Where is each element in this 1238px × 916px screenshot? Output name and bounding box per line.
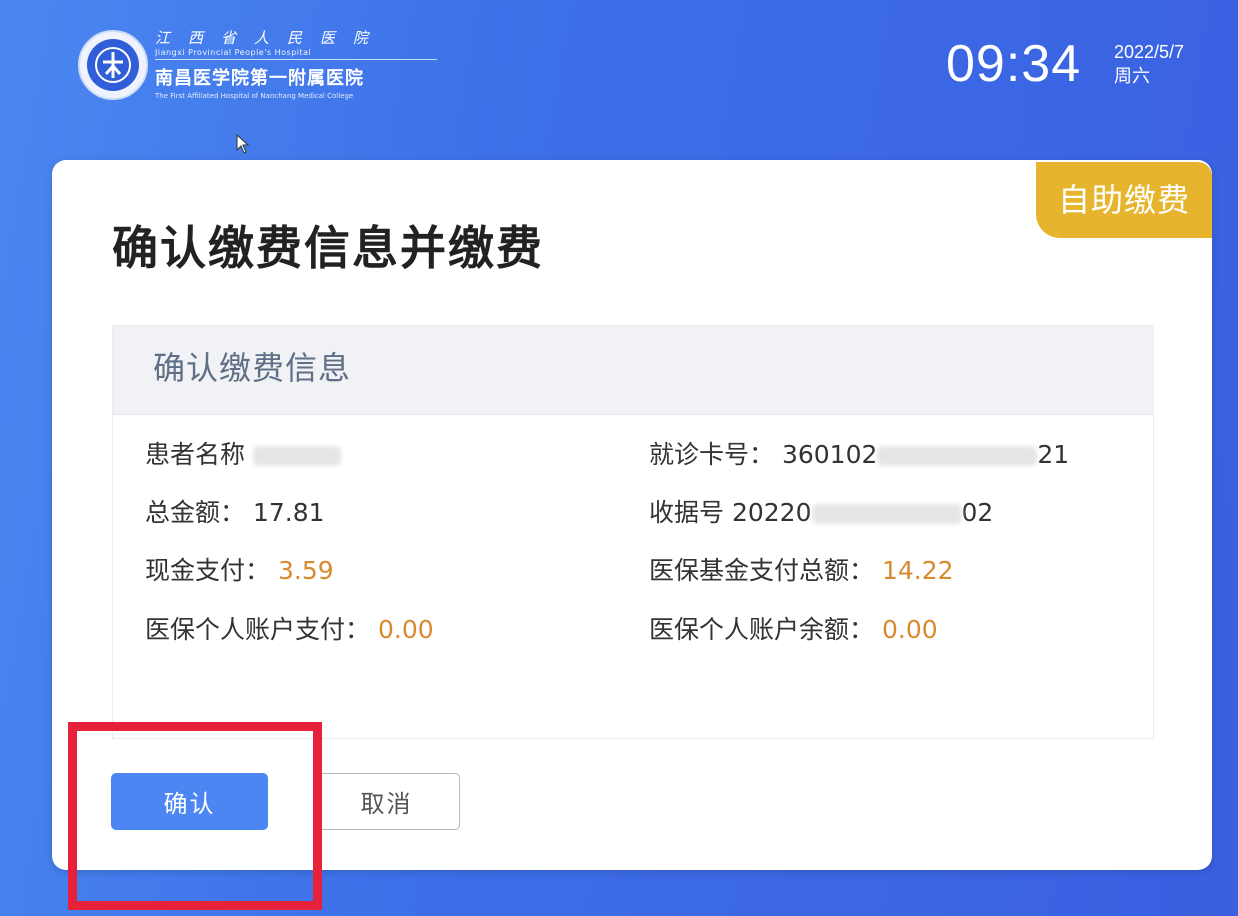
receipt-number-redacted: [811, 504, 962, 524]
page-title: 确认缴费信息并缴费: [112, 221, 544, 275]
date-text: 2022/5/7: [1114, 42, 1185, 62]
personal-account-payment-field: 医保个人账户支付： 0.00: [145, 613, 434, 647]
card-number-field: 就诊卡号： 360102 21: [649, 438, 1069, 472]
personal-account-balance-value: 0.00: [881, 615, 938, 644]
total-amount-field: 总金额： 17.81: [145, 496, 325, 530]
hospital-name-secondary-en: The First Affiliated Hospital of Nanchan…: [155, 92, 354, 100]
card-number-prefix: 360102: [781, 440, 878, 469]
personal-account-payment-label: 医保个人账户支付：: [145, 615, 371, 644]
personal-account-payment-value: 0.00: [377, 615, 434, 644]
insurance-fund-label: 医保基金支付总额：: [649, 556, 875, 585]
self-service-payment-badge: 自助缴费: [1036, 162, 1212, 238]
hospital-name-secondary: 南昌医学院第一附属医院: [155, 68, 364, 89]
receipt-number-suffix: 02: [961, 498, 994, 527]
cash-payment-field: 现金支付： 3.59: [145, 554, 334, 588]
panel-title: 确认缴费信息: [153, 349, 352, 387]
header: 江西省人民医院 Jiangxi Provincial People's Hosp…: [0, 0, 1238, 154]
confirm-button[interactable]: 确认: [111, 773, 268, 830]
cash-payment-value: 3.59: [277, 556, 334, 585]
patient-name-redacted: [252, 446, 341, 466]
card-number-redacted: [877, 446, 1038, 466]
card-number-label: 就诊卡号：: [649, 440, 775, 469]
clock-time: 09:34: [946, 35, 1082, 93]
hospital-name: 江西省人民医院 Jiangxi Provincial People's Hosp…: [155, 28, 445, 100]
weekday-text: 周六: [1114, 66, 1150, 86]
personal-account-balance-label: 医保个人账户余额：: [649, 615, 875, 644]
date-display: 2022/5/7 周六: [1114, 40, 1184, 88]
cash-payment-label: 现金支付：: [145, 556, 271, 585]
patient-name-field: 患者名称: [145, 438, 341, 472]
receipt-number-label: 收据号: [649, 498, 725, 527]
cancel-button[interactable]: 取消: [313, 773, 460, 830]
hospital-name-primary-en: Jiangxi Provincial People's Hospital: [155, 48, 437, 60]
insurance-fund-field: 医保基金支付总额： 14.22: [649, 554, 954, 588]
insurance-fund-value: 14.22: [881, 556, 954, 585]
total-amount-value: 17.81: [252, 498, 325, 527]
receipt-number-prefix: 20220: [731, 498, 812, 527]
panel-header: 确认缴费信息: [113, 326, 1153, 415]
mouse-cursor-icon: [236, 134, 250, 154]
total-amount-label: 总金额：: [145, 498, 246, 527]
payment-info-panel: 确认缴费信息 患者名称 就诊卡号： 360102 21 总金额： 17.81 收据…: [112, 325, 1154, 739]
hospital-name-primary: 江西省人民医院: [155, 29, 387, 47]
patient-name-label: 患者名称: [145, 440, 246, 469]
hospital-logo-icon: [78, 30, 148, 100]
receipt-number-field: 收据号 20220 02: [649, 496, 993, 530]
card-number-suffix: 21: [1037, 440, 1070, 469]
personal-account-balance-field: 医保个人账户余额： 0.00: [649, 613, 938, 647]
